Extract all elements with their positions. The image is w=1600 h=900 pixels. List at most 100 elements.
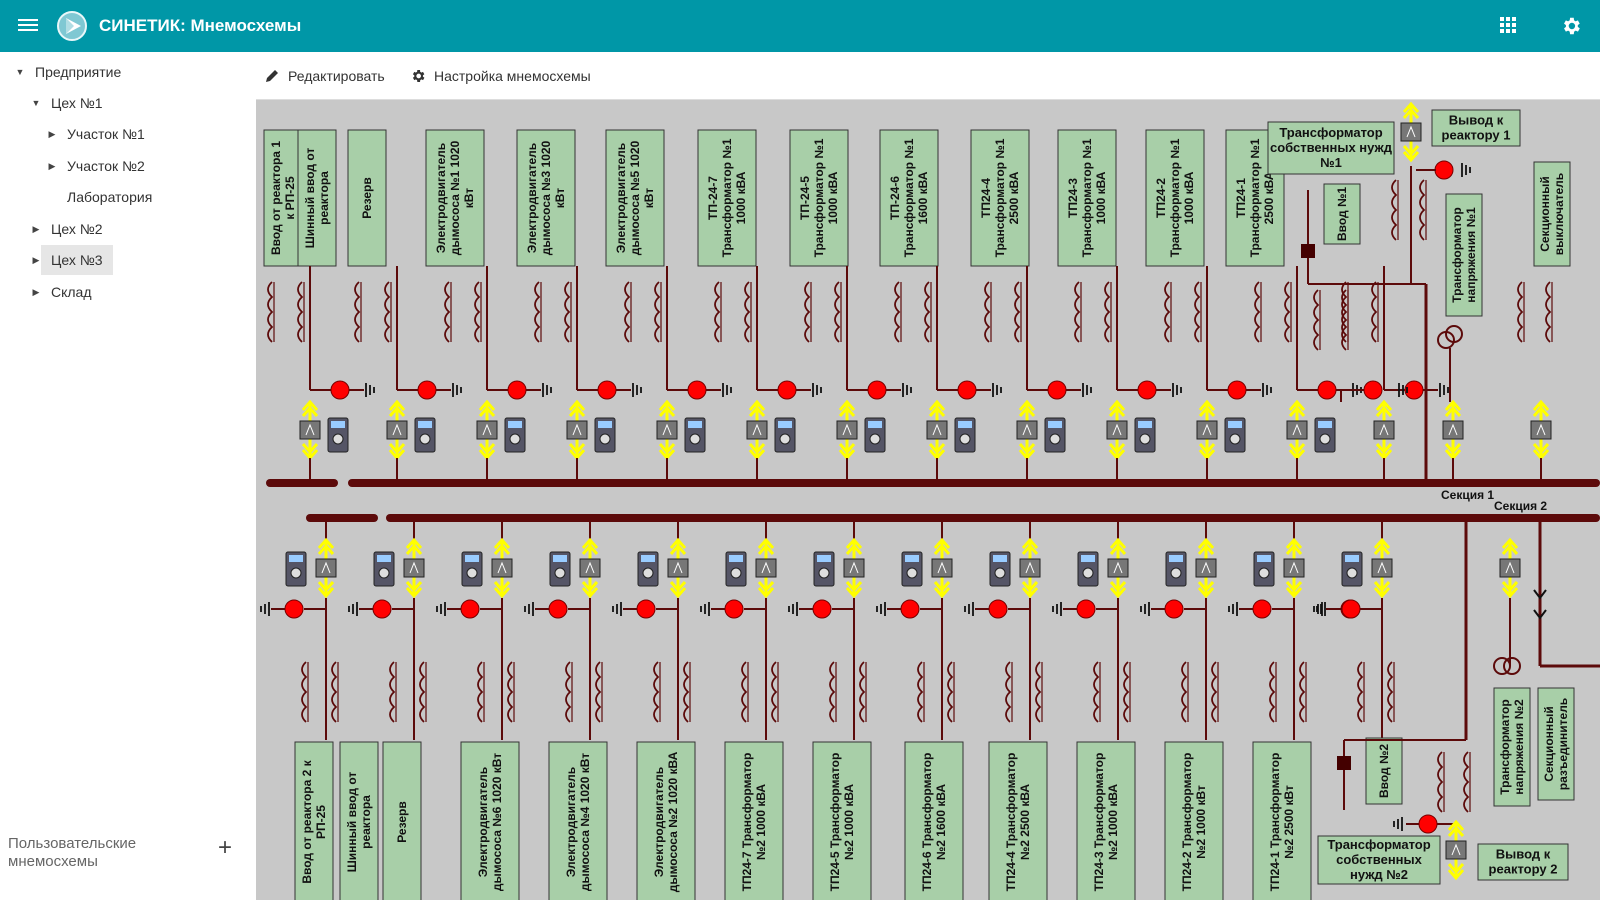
logo-icon bbox=[57, 11, 87, 41]
expanded-arrow-icon[interactable]: ▼ bbox=[13, 57, 27, 87]
current-transformer-icon bbox=[1074, 281, 1082, 343]
meter-icon bbox=[1314, 417, 1336, 453]
meter-icon bbox=[549, 551, 571, 587]
current-transformer-icon bbox=[1254, 281, 1262, 343]
meter-dial bbox=[869, 433, 881, 445]
meter-display bbox=[958, 421, 972, 428]
breaker-icon bbox=[900, 599, 920, 619]
current-transformer-icon bbox=[1181, 661, 1189, 723]
panel-label: Секционныйвыключатель bbox=[1538, 173, 1566, 255]
meter-icon bbox=[594, 417, 616, 453]
vvod-2-panel: Ввод №2 bbox=[1365, 737, 1403, 805]
coil-path bbox=[1313, 289, 1320, 351]
breaker-icon bbox=[284, 599, 304, 619]
apps-grid-icon[interactable] bbox=[1500, 17, 1517, 34]
current-transformer-icon bbox=[654, 281, 662, 343]
tree-item-warehouse[interactable]: ▶ Склад bbox=[33, 277, 92, 307]
meter-icon bbox=[774, 417, 796, 453]
meter-dial bbox=[1319, 433, 1331, 445]
current-transformer-icon bbox=[1269, 661, 1277, 723]
disconnector-arrows-icon bbox=[403, 537, 425, 599]
tree-item-workshop-3[interactable]: ▶ Цех №3 bbox=[33, 245, 113, 275]
collapsed-arrow-icon[interactable]: ▶ bbox=[29, 245, 43, 275]
meter-icon bbox=[327, 417, 349, 453]
current-transformer-icon bbox=[354, 281, 362, 343]
collapsed-arrow-icon[interactable]: ▶ bbox=[29, 277, 43, 307]
tree-item-laboratory[interactable]: Лаборатория bbox=[67, 182, 152, 212]
tree-item-enterprise[interactable]: ▼ Предприятие bbox=[16, 57, 122, 87]
gear-icon bbox=[412, 70, 425, 82]
bottom-feeder-panel: Ввод от реактора 2 кРП-25 bbox=[294, 741, 334, 900]
sidebar: ▼ Предприятие ▼ Цех №1 ▶ Участок №1 ▶ Участо… bbox=[0, 52, 257, 900]
coil-path bbox=[834, 281, 841, 343]
ground-icon bbox=[1172, 383, 1182, 397]
breaker-icon bbox=[1341, 599, 1361, 619]
meter-icon bbox=[461, 551, 483, 587]
tree-item-workshop-1[interactable]: ▼ Цех №1 bbox=[32, 88, 103, 118]
breaker-icon bbox=[507, 380, 527, 400]
ground-icon bbox=[1082, 383, 1092, 397]
current-transformer-icon bbox=[1313, 289, 1321, 351]
disconnector-arrows-icon bbox=[1195, 537, 1217, 599]
coil-path bbox=[984, 281, 991, 343]
collapsed-arrow-icon[interactable]: ▶ bbox=[29, 214, 43, 244]
disconnector-arrows-icon bbox=[755, 537, 777, 599]
meter-display bbox=[1345, 555, 1359, 562]
gear-icon[interactable] bbox=[1560, 15, 1582, 37]
ground-icon bbox=[632, 383, 642, 397]
tree-item-section-1[interactable]: ▶ Участок №1 bbox=[49, 119, 145, 149]
meter-dial bbox=[906, 567, 918, 579]
disconnector-arrows-icon bbox=[386, 399, 408, 461]
section-2-bus-stub bbox=[306, 514, 378, 522]
coil-path bbox=[804, 281, 811, 343]
ground-icon bbox=[812, 383, 822, 397]
breaker-icon bbox=[636, 599, 656, 619]
meter-icon bbox=[504, 417, 526, 453]
meter-display bbox=[868, 421, 882, 428]
ground-icon bbox=[348, 602, 358, 616]
ground-icon bbox=[542, 383, 552, 397]
collapsed-arrow-icon[interactable]: ▶ bbox=[45, 151, 59, 181]
breaker-icon bbox=[1047, 380, 1067, 400]
coil-path bbox=[1123, 661, 1130, 723]
tree-item-section-2[interactable]: ▶ Участок №2 bbox=[49, 151, 145, 181]
bottom-feeder-panel: Электродвигательдымососа №2 1020 кВА bbox=[636, 741, 696, 900]
ground-icon bbox=[1140, 602, 1150, 616]
add-scheme-button[interactable]: + bbox=[218, 836, 232, 860]
current-transformer-icon bbox=[1005, 661, 1013, 723]
coil-path bbox=[744, 281, 751, 343]
current-transformer-icon bbox=[894, 281, 902, 343]
coil-path bbox=[507, 661, 514, 723]
section-1-bus-stub bbox=[266, 479, 338, 487]
current-transformer-icon bbox=[1387, 661, 1395, 723]
meter-display bbox=[1048, 421, 1062, 428]
meter-dial bbox=[959, 433, 971, 445]
collapsed-arrow-icon[interactable]: ▶ bbox=[45, 119, 59, 149]
meter-display bbox=[641, 555, 655, 562]
disconnector-arrows-icon bbox=[1371, 537, 1393, 599]
ground-icon bbox=[876, 602, 886, 616]
meter-dial bbox=[994, 567, 1006, 579]
coil-path bbox=[354, 281, 361, 343]
breaker-closed-icon bbox=[1337, 756, 1351, 770]
bottom-feeder-panel: ТП24-7 Трансформатор№2 1000 кВА bbox=[724, 741, 784, 900]
tree-item-workshop-2[interactable]: ▶ Цех №2 bbox=[33, 214, 103, 244]
mnemonic-scheme-canvas: Ввод от реактора 1к РП-25 Шинный ввод отр… bbox=[256, 100, 1600, 900]
coil-path bbox=[654, 281, 661, 343]
menu-icon[interactable] bbox=[18, 16, 38, 36]
meter-dial bbox=[1170, 567, 1182, 579]
disconnector-arrows-icon bbox=[1107, 537, 1129, 599]
tree-item-label: Предприятие bbox=[35, 64, 122, 80]
current-transformer-icon bbox=[924, 281, 932, 343]
breaker-icon bbox=[1317, 380, 1337, 400]
toolbar: Редактировать Настройка мнемосхемы bbox=[256, 52, 1600, 100]
current-transformer-icon bbox=[534, 281, 542, 343]
meter-display bbox=[1228, 421, 1242, 428]
meter-icon bbox=[285, 551, 307, 587]
top-feeder-panel: ТП-24-5Трансформатор №11000 кВА bbox=[789, 129, 849, 267]
coil-path bbox=[683, 661, 690, 723]
coil-path bbox=[947, 661, 954, 723]
expanded-arrow-icon[interactable]: ▼ bbox=[29, 88, 43, 118]
current-transformer-icon bbox=[804, 281, 812, 343]
meter-dial bbox=[779, 433, 791, 445]
